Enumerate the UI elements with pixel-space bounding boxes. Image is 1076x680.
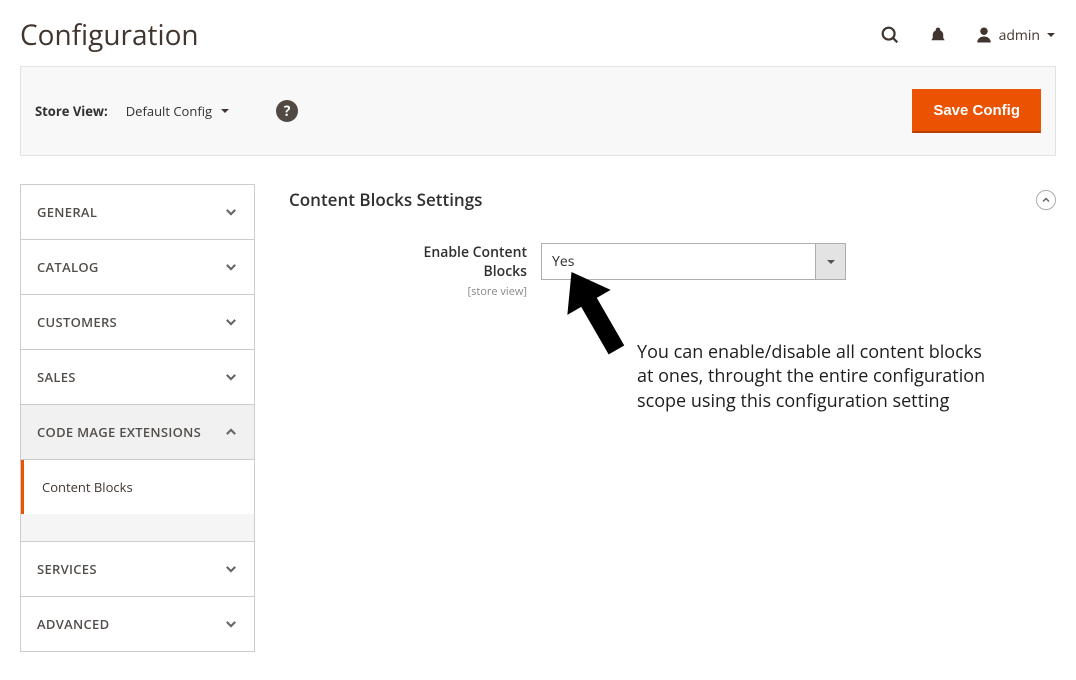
page-title: Configuration: [20, 16, 199, 54]
field-label: Enable Content Blocks: [381, 243, 527, 281]
sidebar-item-code-mage-extensions[interactable]: CODE MAGE EXTENSIONS: [20, 405, 255, 460]
sidebar-item-label: CUSTOMERS: [37, 313, 117, 331]
sidebar-item-advanced[interactable]: ADVANCED: [20, 597, 255, 652]
toolbar-left: Store View: Default Config ?: [35, 100, 298, 122]
chevron-down-icon: [1046, 30, 1056, 40]
sidebar-subnav-spacer: [21, 514, 254, 542]
chevron-down-icon: [220, 106, 230, 116]
collapse-toggle[interactable]: [1036, 190, 1056, 210]
toolbar: Store View: Default Config ? Save Config: [20, 66, 1056, 156]
sidebar-item-sales[interactable]: SALES: [20, 350, 255, 405]
chevron-down-icon: [224, 370, 238, 384]
sidebar-subnav: Content Blocks: [20, 460, 255, 542]
chevron-down-icon: [224, 562, 238, 576]
sidebar-item-label: SALES: [37, 368, 76, 386]
search-icon[interactable]: [879, 24, 901, 46]
main-panel: Content Blocks Settings Enable Content B…: [289, 184, 1056, 300]
user-icon: [975, 26, 993, 44]
field-row-enable-content-blocks: Enable Content Blocks [store view] Yes: [289, 243, 1056, 300]
sidebar-item-label: SERVICES: [37, 560, 97, 578]
content-area: GENERAL CATALOG CUSTOMERS SALES CODE MAG…: [0, 156, 1076, 680]
store-view-value: Default Config: [126, 102, 212, 120]
admin-user-menu[interactable]: admin: [975, 26, 1056, 45]
select-arrow[interactable]: [815, 244, 845, 279]
chevron-down-icon: [224, 260, 238, 274]
section-title: Content Blocks Settings: [289, 188, 482, 211]
store-view-label: Store View:: [35, 102, 108, 120]
save-config-button[interactable]: Save Config: [912, 89, 1041, 133]
sidebar-item-label: GENERAL: [37, 203, 97, 221]
field-scope: [store view]: [468, 284, 527, 299]
sidebar-item-catalog[interactable]: CATALOG: [20, 240, 255, 295]
chevron-up-icon: [1041, 195, 1051, 205]
sidebar: GENERAL CATALOG CUSTOMERS SALES CODE MAG…: [20, 184, 255, 652]
section-header: Content Blocks Settings: [289, 184, 1056, 243]
chevron-down-icon: [826, 257, 836, 267]
sidebar-item-label: ADVANCED: [37, 615, 109, 633]
chevron-up-icon: [224, 425, 238, 439]
sidebar-item-label: CATALOG: [37, 258, 99, 276]
sidebar-item-label: CODE MAGE EXTENSIONS: [37, 423, 201, 441]
sidebar-subitem-content-blocks[interactable]: Content Blocks: [21, 460, 254, 514]
header-actions: admin: [879, 24, 1056, 46]
chevron-down-icon: [224, 617, 238, 631]
chevron-down-icon: [224, 205, 238, 219]
sidebar-item-services[interactable]: SERVICES: [20, 542, 255, 597]
sidebar-item-customers[interactable]: CUSTOMERS: [20, 295, 255, 350]
annotation-text: You can enable/disable all content block…: [637, 340, 987, 413]
field-label-wrap: Enable Content Blocks [store view]: [381, 243, 541, 300]
notifications-icon[interactable]: [929, 26, 947, 44]
page-header: Configuration admin: [0, 0, 1076, 66]
store-view-select[interactable]: Default Config: [126, 102, 230, 120]
help-icon[interactable]: ?: [276, 100, 298, 122]
admin-user-label: admin: [999, 26, 1040, 45]
chevron-down-icon: [224, 315, 238, 329]
sidebar-item-general[interactable]: GENERAL: [20, 184, 255, 240]
